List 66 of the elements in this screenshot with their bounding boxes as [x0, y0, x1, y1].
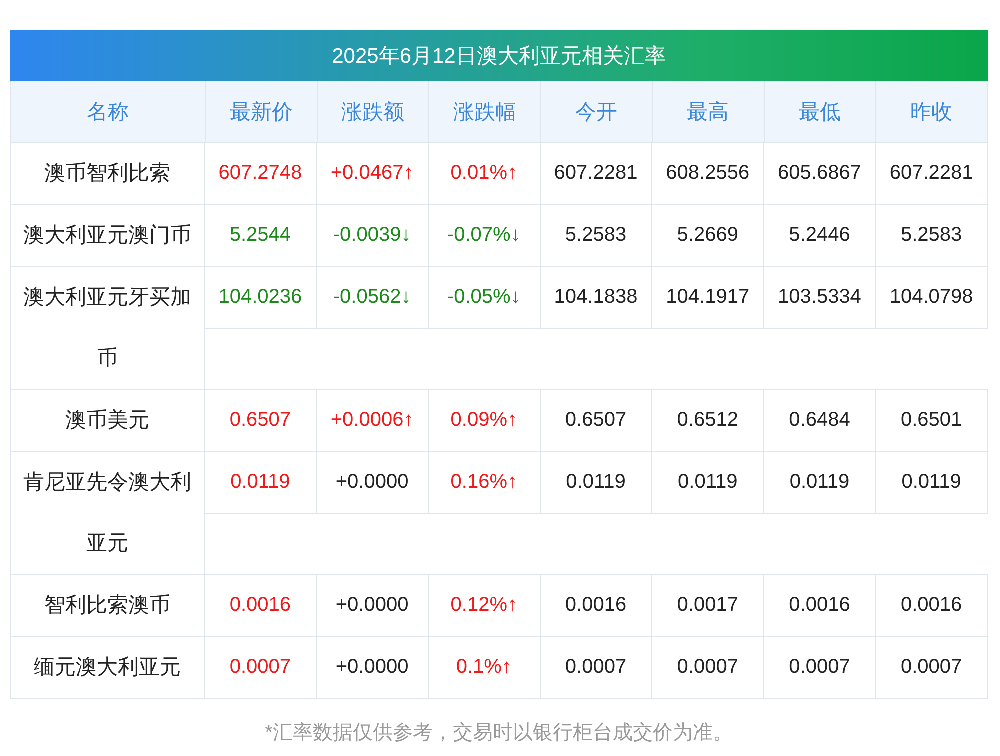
table-cell: +0.0000 — [316, 575, 429, 636]
table-cell: +0.0000 — [316, 637, 429, 698]
table-cell: 0.6484 — [764, 390, 876, 451]
table-cell: 0.16%↑ — [428, 452, 541, 513]
table-cell: 0.0007 — [764, 637, 876, 698]
column-header: 涨跌幅 — [429, 81, 542, 142]
table-title: 2025年6月12日澳大利亚元相关汇率 — [10, 30, 988, 81]
table-cell: 607.2281 — [540, 143, 652, 204]
table-cell: 0.0016 — [764, 575, 876, 636]
table-cell: 104.1917 — [652, 267, 764, 328]
table-cell: 0.0007 — [205, 637, 317, 698]
table-cell: 澳币智利比索 — [11, 143, 205, 204]
table-cell: -0.05%↓ — [428, 267, 541, 328]
table-cell: -0.07%↓ — [428, 205, 541, 266]
table-cell: 5.2446 — [764, 205, 876, 266]
table-cell: 澳币美元 — [11, 390, 205, 451]
table-cell: 0.0119 — [764, 452, 876, 513]
table-cell: 0.0016 — [205, 575, 317, 636]
column-header: 最高 — [652, 81, 765, 142]
table-cell: 0.01%↑ — [428, 143, 541, 204]
column-header: 涨跌额 — [318, 81, 430, 142]
table-cell: 0.0119 — [205, 452, 317, 513]
table-cell: 5.2544 — [205, 205, 317, 266]
table-cell: 5.2583 — [540, 205, 652, 266]
table-cell: 澳大利亚元澳门币 — [11, 205, 205, 266]
table-cell: 0.0119 — [540, 452, 652, 513]
table-cell: 104.0798 — [876, 267, 988, 328]
table-cell: 104.0236 — [205, 267, 317, 328]
table-cell: 5.2669 — [652, 205, 764, 266]
column-header: 今开 — [541, 81, 653, 142]
table-cell: 0.1%↑ — [428, 637, 541, 698]
column-header: 最新价 — [206, 81, 318, 142]
table-cell: 0.0007 — [652, 637, 764, 698]
table-cell: 0.0017 — [652, 575, 764, 636]
table-cell: 0.6512 — [652, 390, 764, 451]
table-cell: 605.6867 — [764, 143, 876, 204]
table-cell: 607.2281 — [876, 143, 988, 204]
table-cell: 0.6501 — [876, 390, 988, 451]
table-cell: +0.0000 — [316, 452, 429, 513]
table-cell: +0.0467↑ — [316, 143, 429, 204]
table-cell: 0.12%↑ — [428, 575, 541, 636]
table-cell: -0.0039↓ — [316, 205, 429, 266]
column-header: 昨收 — [876, 81, 988, 142]
table-cell: 104.1838 — [540, 267, 652, 328]
table-cell: 608.2556 — [652, 143, 764, 204]
table-cell: 0.0007 — [876, 637, 988, 698]
table-cell: 智利比索澳币 — [11, 575, 205, 636]
table-cell: 0.0119 — [876, 452, 988, 513]
table-cell: +0.0006↑ — [316, 390, 429, 451]
table-cell: 缅元澳大利亚元 — [11, 637, 205, 698]
column-header: 最低 — [764, 81, 876, 142]
table-cell: 5.2583 — [876, 205, 988, 266]
footnote: *汇率数据仅供参考，交易时以银行柜台成交价为准。 — [264, 721, 734, 746]
table-cell: 澳大利亚元牙买加币 — [11, 267, 205, 389]
table-cell: 0.6507 — [540, 390, 652, 451]
table-cell: -0.0562↓ — [316, 267, 429, 328]
table-cell: 0.0007 — [540, 637, 652, 698]
table-cell: 607.2748 — [205, 143, 317, 204]
table-cell: 0.0016 — [540, 575, 652, 636]
table-cell: 0.6507 — [205, 390, 317, 451]
table-cell: 103.5334 — [764, 267, 876, 328]
column-header: 名称 — [11, 81, 206, 142]
table-cell: 0.09%↑ — [428, 390, 541, 451]
table-cell: 肯尼亚先令澳大利亚元 — [11, 452, 205, 574]
table-cell: 0.0119 — [652, 452, 764, 513]
table-cell: 0.0016 — [876, 575, 988, 636]
